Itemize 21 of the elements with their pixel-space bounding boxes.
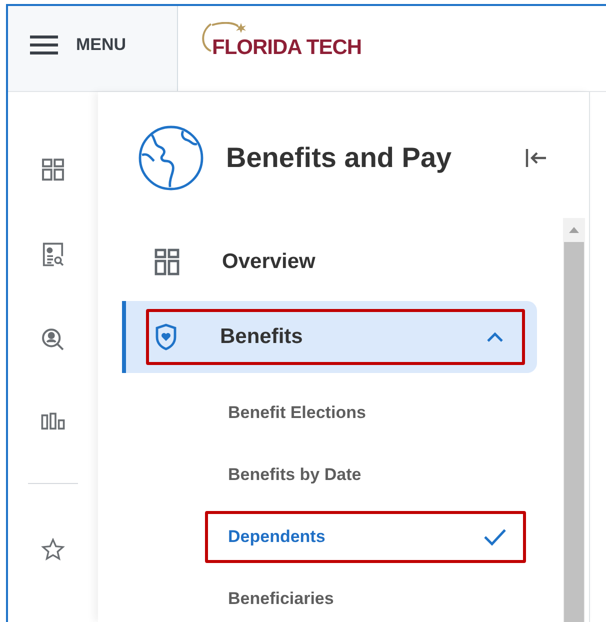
check-icon (483, 528, 507, 546)
star-icon[interactable] (39, 538, 67, 561)
shield-heart-icon (154, 323, 178, 351)
sub-nav-link[interactable]: Dependents (228, 527, 326, 547)
nav-item-highlight[interactable]: Benefits (122, 301, 537, 373)
profile-search-icon[interactable] (40, 242, 66, 268)
logo-text: FLORIDA TECH (212, 37, 362, 58)
sub-nav-link[interactable]: Beneficiaries (228, 589, 334, 609)
collapse-icon[interactable] (525, 148, 547, 168)
dashboard-icon (154, 248, 180, 276)
globe-icon (138, 125, 204, 191)
sub-nav-link[interactable]: Benefit Elections (228, 403, 366, 423)
nav-item[interactable]: Overview (222, 250, 316, 274)
menu-label[interactable]: MENU (76, 36, 126, 53)
chevron-up-icon[interactable] (487, 332, 503, 342)
sub-nav-link[interactable]: Benefits by Date (228, 465, 362, 485)
dashboard-icon[interactable] (39, 158, 67, 182)
menu-icon[interactable] (30, 34, 58, 54)
swoosh-icon (200, 22, 212, 52)
panel-title: Benefits and Pay (226, 142, 452, 174)
nav-item[interactable]: Benefits (220, 325, 303, 349)
